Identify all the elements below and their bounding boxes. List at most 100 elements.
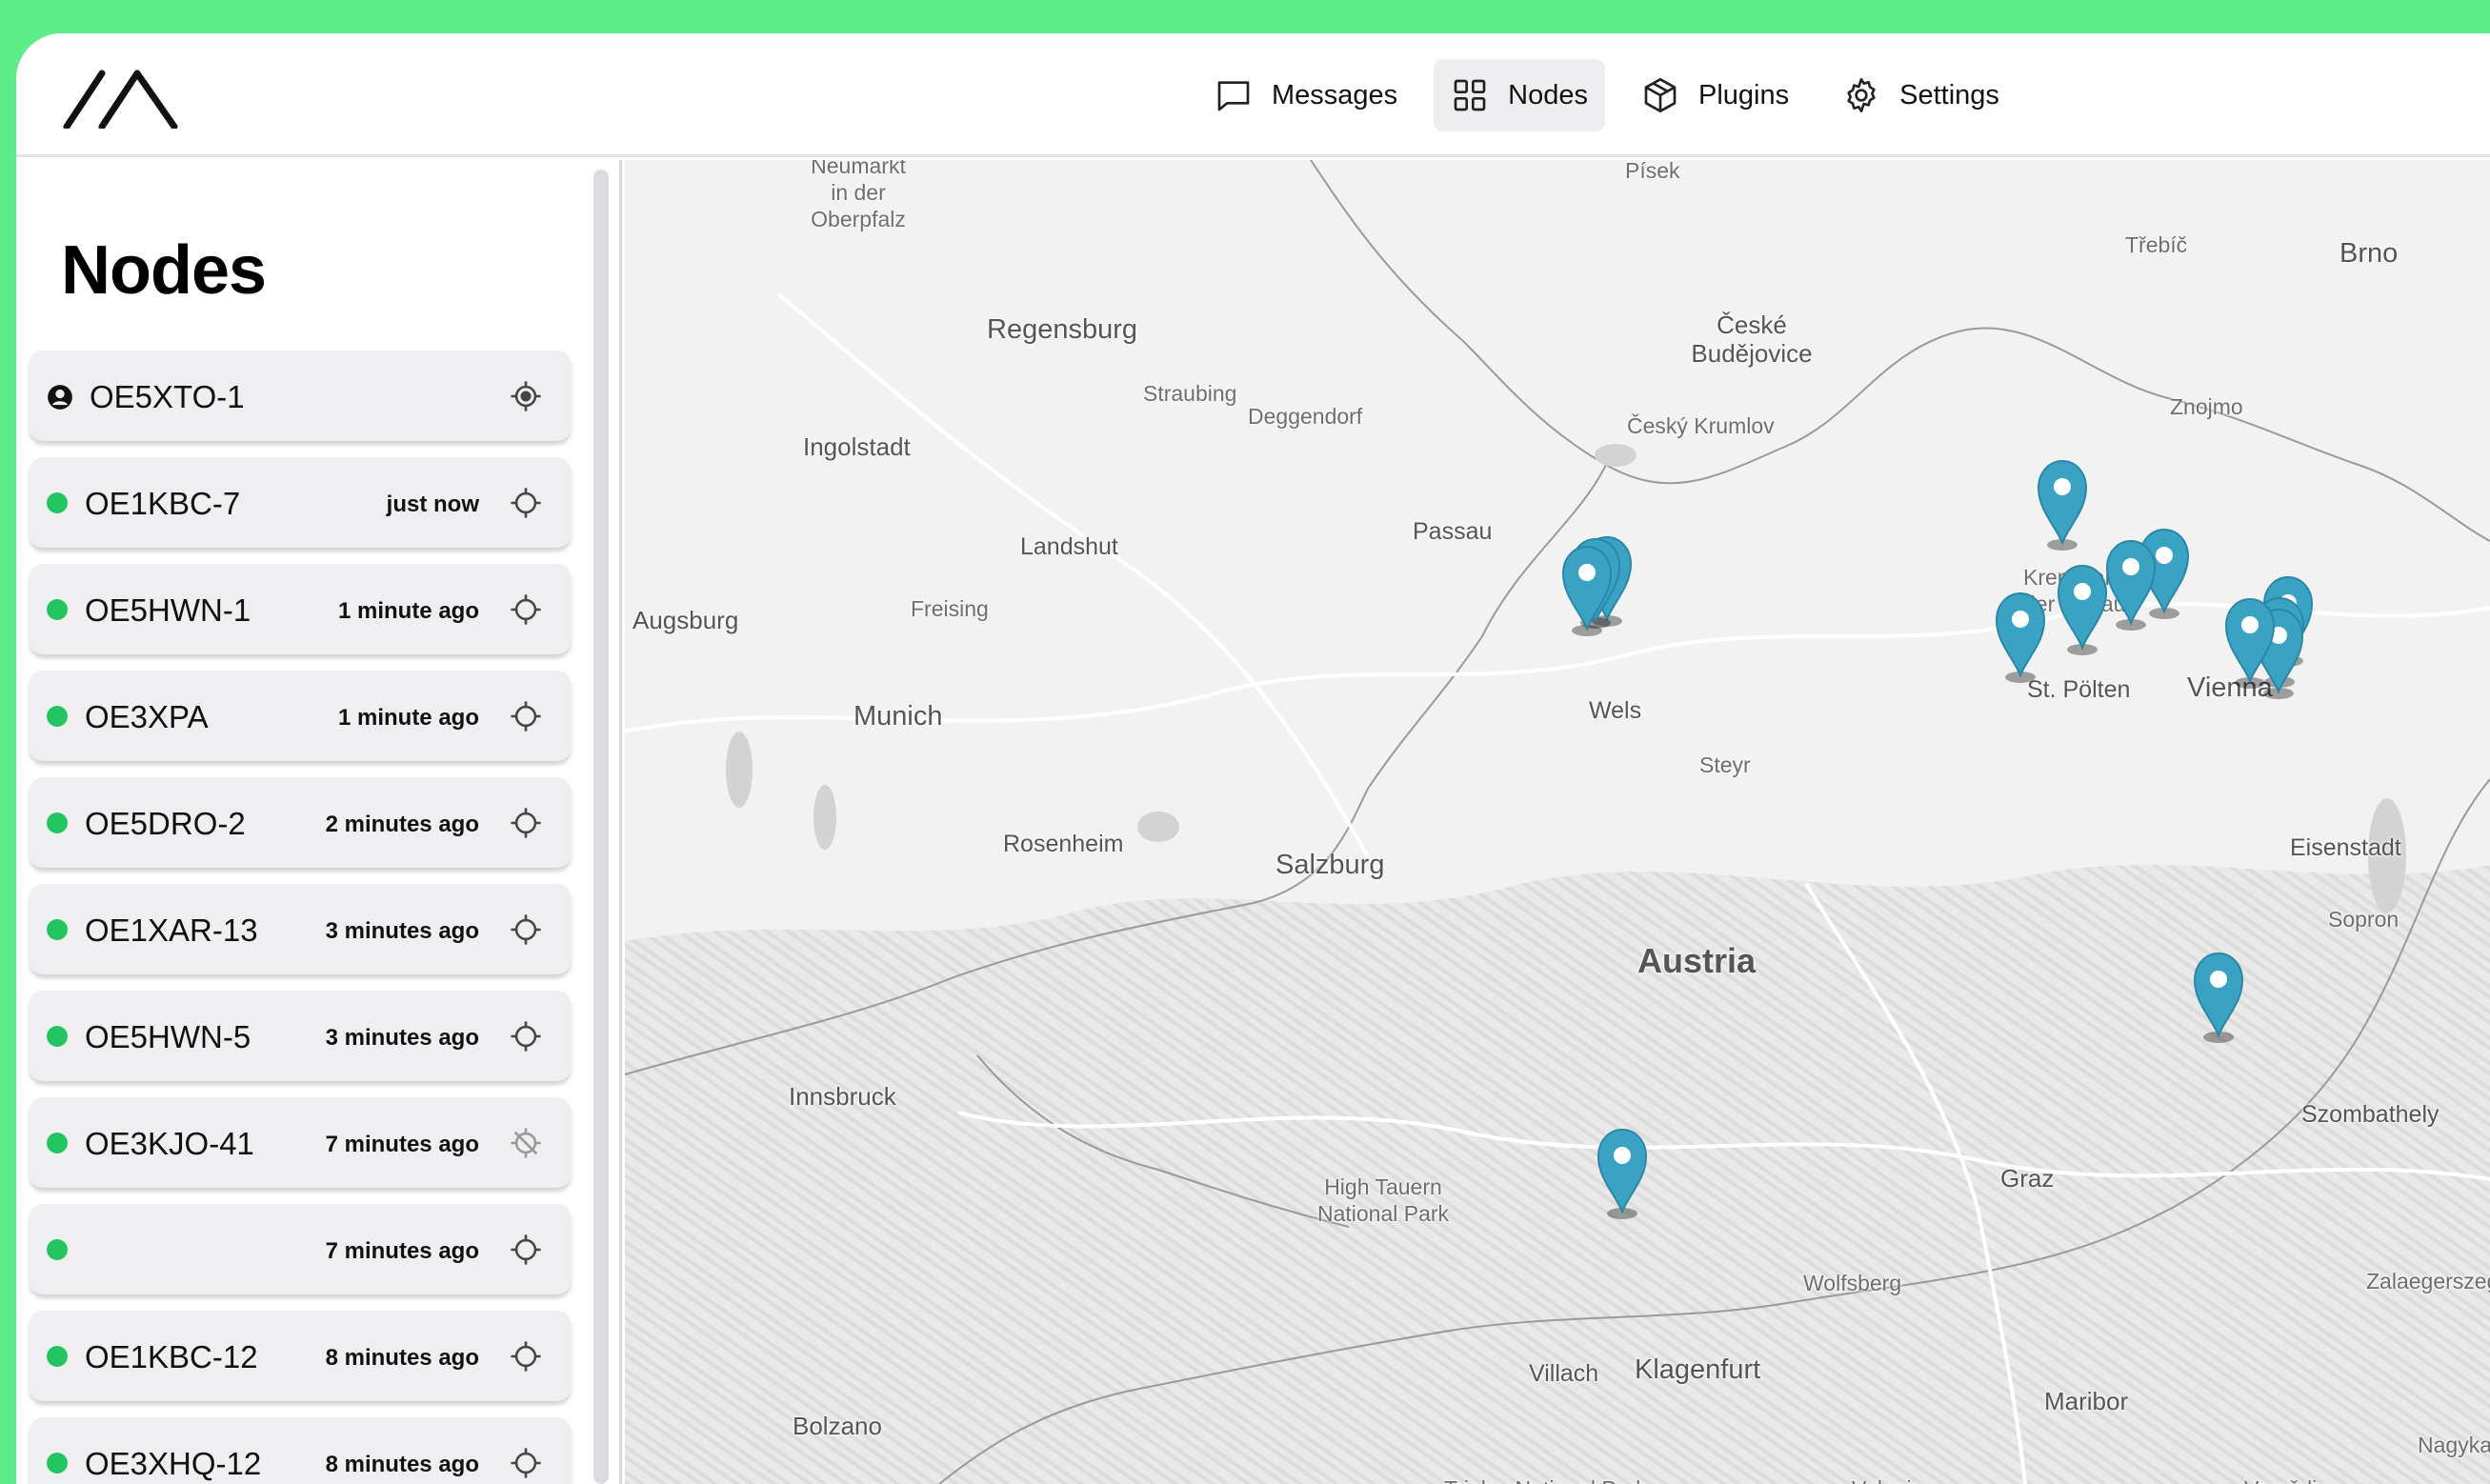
map-label-eisenstadt: Eisenstadt bbox=[2290, 834, 2401, 861]
node-item[interactable]: OE3XPA 1 minute ago bbox=[30, 671, 571, 761]
map-label-krumlov: Český Krumlov bbox=[1627, 413, 1775, 438]
last-heard-time: 3 minutes ago bbox=[325, 1025, 479, 1051]
last-heard-time: 1 minute ago bbox=[337, 598, 479, 624]
nav-nodes[interactable]: Nodes bbox=[1434, 59, 1605, 131]
nav-messages-label: Messages bbox=[1272, 79, 1398, 110]
crosshair-icon[interactable] bbox=[510, 1233, 542, 1266]
node-item[interactable]: OE3KJO-41 7 minutes ago bbox=[30, 1097, 571, 1188]
map-label-wels: Wels bbox=[1589, 697, 1642, 724]
node-map-marker[interactable] bbox=[2220, 595, 2279, 691]
nodes-sidebar: Nodes OE5XTO-1 OE1KBC-7 just now OE5HWN-… bbox=[16, 160, 622, 1484]
node-item[interactable]: OE5HWN-5 3 minutes ago bbox=[30, 991, 571, 1081]
map-label-innsbruck: Innsbruck bbox=[789, 1082, 896, 1111]
map-label-szombathely: Szombathely bbox=[2301, 1101, 2440, 1128]
map-label-wolfsberg: Wolfsberg bbox=[1803, 1271, 1902, 1295]
map-label-munich: Munich bbox=[853, 701, 943, 732]
online-status-dot bbox=[47, 1239, 68, 1260]
gear-icon bbox=[1847, 78, 1876, 112]
map-label-freising: Freising bbox=[911, 596, 989, 621]
node-map-marker[interactable] bbox=[1991, 590, 2050, 685]
last-heard-time: 8 minutes ago bbox=[325, 1345, 479, 1371]
map-label-klagenfurt: Klagenfurt bbox=[1635, 1354, 1761, 1385]
node-name: OE3KJO-41 bbox=[85, 1126, 254, 1161]
node-item[interactable]: OE1XAR-13 3 minutes ago bbox=[30, 884, 571, 974]
map-label-znojmo: Znojmo bbox=[2170, 394, 2243, 419]
last-heard-time: 2 minutes ago bbox=[325, 812, 479, 837]
node-map-marker[interactable] bbox=[2053, 562, 2112, 657]
map-label-triglav: Triglav National Park bbox=[1444, 1476, 1647, 1484]
crosshair-icon[interactable] bbox=[510, 487, 542, 519]
node-item[interactable]: OE5DRO-2 2 minutes ago bbox=[30, 777, 571, 868]
map-label-nagykan: Nagykan bbox=[2418, 1433, 2490, 1457]
map-label-straubing: Straubing bbox=[1143, 381, 1237, 406]
map-label-zalaegerszeg: Zalaegerszeg bbox=[2366, 1269, 2490, 1293]
nav-plugins[interactable]: Plugins bbox=[1624, 59, 1806, 131]
map-label-steyr: Steyr bbox=[1699, 752, 1751, 777]
last-heard-time: 1 minute ago bbox=[337, 705, 479, 731]
last-heard-time: 3 minutes ago bbox=[325, 918, 479, 944]
page-title: Nodes bbox=[61, 232, 267, 309]
map-label-augsburg: Augsburg bbox=[633, 606, 739, 634]
last-heard-time: 8 minutes ago bbox=[325, 1452, 479, 1477]
crosshair-icon[interactable] bbox=[510, 593, 542, 626]
map-label-austria: Austria bbox=[1637, 941, 1757, 980]
grid-icon bbox=[1454, 79, 1486, 111]
map-label-deggendorf: Deggendorf bbox=[1248, 404, 1363, 429]
nav-settings[interactable]: Settings bbox=[1825, 59, 2017, 131]
nav-messages[interactable]: Messages bbox=[1197, 59, 1415, 131]
crosshair-icon[interactable] bbox=[510, 700, 542, 732]
map-label-villach: Villach bbox=[1529, 1360, 1599, 1387]
map-label-trebic: Třebíč bbox=[2125, 232, 2188, 257]
crosshair-off-icon bbox=[511, 1128, 541, 1158]
map-label-neumarkt: Neumarkt in der Oberpfalz bbox=[811, 160, 906, 231]
node-map[interactable]: Neumarkt in der Oberpfalz Písek Třebíč B… bbox=[625, 160, 2490, 1484]
online-status-dot bbox=[47, 492, 68, 513]
main-nav: Messages Nodes Plugins Settings bbox=[1197, 59, 2017, 131]
node-item[interactable]: 7 minutes ago bbox=[30, 1204, 571, 1294]
node-map-marker[interactable] bbox=[2033, 457, 2092, 552]
map-label-landshut: Landshut bbox=[1020, 533, 1118, 560]
last-heard-time: 7 minutes ago bbox=[325, 1238, 479, 1264]
node-map-marker[interactable] bbox=[1557, 543, 1616, 638]
map-label-passau: Passau bbox=[1413, 518, 1493, 545]
online-status-dot bbox=[47, 812, 68, 833]
node-name: OE5XTO-1 bbox=[90, 379, 245, 414]
node-name: OE3XHQ-12 bbox=[85, 1446, 262, 1481]
map-label-varazdin: Varaždin bbox=[2244, 1476, 2329, 1484]
crosshair-icon[interactable] bbox=[510, 913, 542, 946]
map-label-bolzano: Bolzano bbox=[793, 1412, 882, 1440]
crosshair-icon[interactable] bbox=[510, 1447, 542, 1479]
crosshair-icon[interactable] bbox=[510, 807, 542, 839]
map-label-hightauern: High Tauern National Park bbox=[1316, 1174, 1450, 1226]
crosshair-icon[interactable] bbox=[510, 1020, 542, 1053]
node-item[interactable]: OE5HWN-1 1 minute ago bbox=[30, 564, 571, 654]
map-label-rosenheim: Rosenheim bbox=[1003, 831, 1124, 857]
node-item[interactable]: OE1KBC-12 8 minutes ago bbox=[30, 1311, 571, 1401]
crosshair-icon[interactable] bbox=[510, 1340, 542, 1373]
nav-plugins-label: Plugins bbox=[1698, 79, 1790, 110]
map-label-velenje: Velenje bbox=[1852, 1476, 1923, 1484]
locate-icon[interactable] bbox=[510, 380, 542, 412]
map-label-sopron: Sopron bbox=[2328, 907, 2400, 932]
node-map-marker[interactable] bbox=[2189, 950, 2248, 1045]
package-icon bbox=[1644, 78, 1677, 112]
sidebar-scrollbar[interactable] bbox=[593, 170, 609, 1484]
node-item-own[interactable]: OE5XTO-1 bbox=[30, 351, 571, 441]
node-name: OE5DRO-2 bbox=[85, 806, 246, 841]
message-square-icon bbox=[1217, 81, 1250, 111]
node-item[interactable]: OE3XHQ-12 8 minutes ago bbox=[30, 1417, 571, 1484]
online-status-dot bbox=[47, 599, 68, 620]
node-name: OE5HWN-5 bbox=[85, 1019, 251, 1054]
app-logo[interactable] bbox=[62, 62, 186, 129]
last-heard-time: just now bbox=[386, 491, 479, 517]
node-name: OE1XAR-13 bbox=[85, 912, 258, 948]
map-label-ceske: České Budějovice bbox=[1691, 311, 1813, 368]
online-status-dot bbox=[47, 1026, 68, 1047]
node-item[interactable]: OE1KBC-7 just now bbox=[30, 457, 571, 548]
online-status-dot bbox=[47, 919, 68, 940]
node-name: OE3XPA bbox=[85, 699, 209, 734]
user-circle-icon bbox=[48, 385, 72, 410]
online-status-dot bbox=[47, 1346, 68, 1367]
node-map-marker[interactable] bbox=[1593, 1126, 1652, 1221]
nav-settings-label: Settings bbox=[1899, 79, 1999, 110]
